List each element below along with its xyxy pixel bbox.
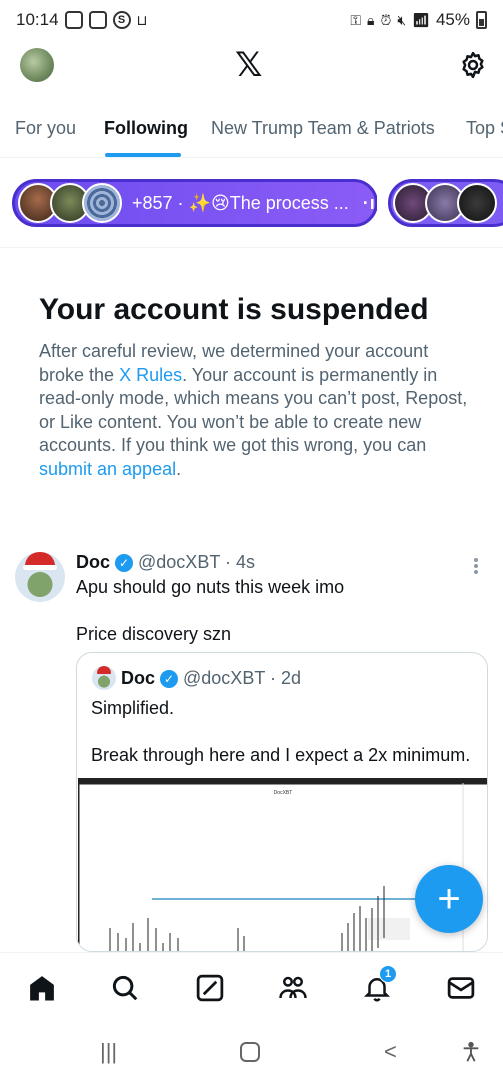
tweet-avatar[interactable] xyxy=(15,552,65,602)
notifications-badge: 1 xyxy=(379,965,397,983)
s-app-icon: S xyxy=(112,11,131,29)
tab-indicator xyxy=(105,153,181,157)
tweet-text: Price discovery szn xyxy=(76,624,232,644)
alarm-icon: ⏰︎ xyxy=(380,11,392,28)
wifi-icon: 📶︎ xyxy=(412,11,430,28)
bottom-nav: 1 xyxy=(0,952,503,1022)
suspension-title: Your account is suspended xyxy=(39,293,429,326)
suspension-notice: Your account is suspended After careful … xyxy=(39,292,469,481)
battery-percent: 45% xyxy=(435,10,470,29)
tab-for-you[interactable]: For you xyxy=(15,118,76,139)
mute-icon: 🔇︎ xyxy=(397,11,407,28)
svg-text:DocXBT: DocXBT xyxy=(274,790,293,796)
grok-icon[interactable] xyxy=(195,973,225,1003)
quote-avatar xyxy=(92,666,116,690)
tab-top[interactable]: Top S xyxy=(466,118,503,139)
more-options-icon[interactable] xyxy=(474,556,482,576)
quote-author-name: Doc xyxy=(121,668,156,688)
clock: 10:14 xyxy=(16,10,59,29)
gear-icon[interactable] xyxy=(458,50,488,80)
tweet-text: Apu should go nuts this week imo xyxy=(76,577,345,597)
chart-image[interactable]: DocXBT xyxy=(78,778,488,952)
lock-icon: 🔒︎ xyxy=(366,11,375,28)
profile-avatar[interactable] xyxy=(20,48,54,82)
search-icon[interactable] xyxy=(110,973,140,1003)
suspension-text-part: . xyxy=(176,458,182,479)
x-logo: 𝕏 xyxy=(235,45,263,85)
space-avatar xyxy=(82,183,122,223)
signal-p-icon: ⊔ xyxy=(136,11,148,28)
status-right: ⚿ 🔒︎ ⏰︎ 🔇︎ 📶︎ 45% xyxy=(350,10,487,30)
verified-badge-icon: ✓ xyxy=(115,553,134,572)
accessibility-icon[interactable] xyxy=(460,1040,482,1064)
recent-apps-icon[interactable]: ||| xyxy=(100,1039,117,1065)
tab-following[interactable]: Following xyxy=(104,118,188,139)
photo-icon xyxy=(88,11,107,29)
notifications-tab[interactable]: 1 xyxy=(362,965,397,1003)
quote-text: Simplified. xyxy=(91,698,175,718)
space-pill-2[interactable] xyxy=(388,179,503,227)
x-rules-link[interactable]: X Rules xyxy=(119,365,182,385)
android-nav-bar: ||| < xyxy=(0,1022,503,1080)
spaces-bar: +857 · ✨😢The process ... ·ıl xyxy=(0,158,503,248)
tweet-author-name[interactable]: Doc xyxy=(76,552,110,573)
home-button-icon[interactable] xyxy=(240,1042,260,1062)
quote-text: Break through here and I expect a 2x min… xyxy=(91,745,471,765)
submit-appeal-link[interactable]: submit an appeal xyxy=(39,459,176,479)
battery-icon xyxy=(476,11,487,29)
back-icon[interactable]: < xyxy=(384,1039,397,1065)
compose-button[interactable]: + xyxy=(415,865,483,933)
verified-badge-icon: ✓ xyxy=(160,669,179,688)
status-bar: 10:14 S ⊔ ⚿ 🔒︎ ⏰︎ 🔇︎ 📶︎ 45% xyxy=(0,0,503,40)
status-left: 10:14 S ⊔ xyxy=(16,10,147,30)
timeline-tabs: For you Following New Trump Team & Patri… xyxy=(0,104,503,158)
audio-bars-icon: ·ıl xyxy=(362,192,382,213)
top-header: 𝕏 xyxy=(0,40,503,96)
space-avatars xyxy=(18,183,122,223)
messages-icon[interactable] xyxy=(446,973,476,1003)
key-icon: ⚿ xyxy=(350,11,361,28)
gallery-icon xyxy=(64,11,83,29)
suspension-text: After careful review, we determined your… xyxy=(39,340,469,481)
home-icon[interactable] xyxy=(27,973,57,1003)
tweet-handle-time: @docXBT · 4s xyxy=(138,552,255,572)
tweet-header: Doc ✓ @docXBT · 4s xyxy=(76,552,255,573)
quote-header: Doc ✓ @docXBT · 2d xyxy=(121,668,301,689)
space-pill[interactable]: +857 · ✨😢The process ... ·ıl xyxy=(12,179,381,227)
space-avatar xyxy=(457,183,497,223)
quote-handle-time: @docXBT · 2d xyxy=(183,668,302,688)
communities-icon[interactable] xyxy=(278,973,308,1003)
space-title: +857 · ✨😢The process ... xyxy=(132,192,349,213)
tab-new-trump-team[interactable]: New Trump Team & Patriots xyxy=(211,118,435,139)
